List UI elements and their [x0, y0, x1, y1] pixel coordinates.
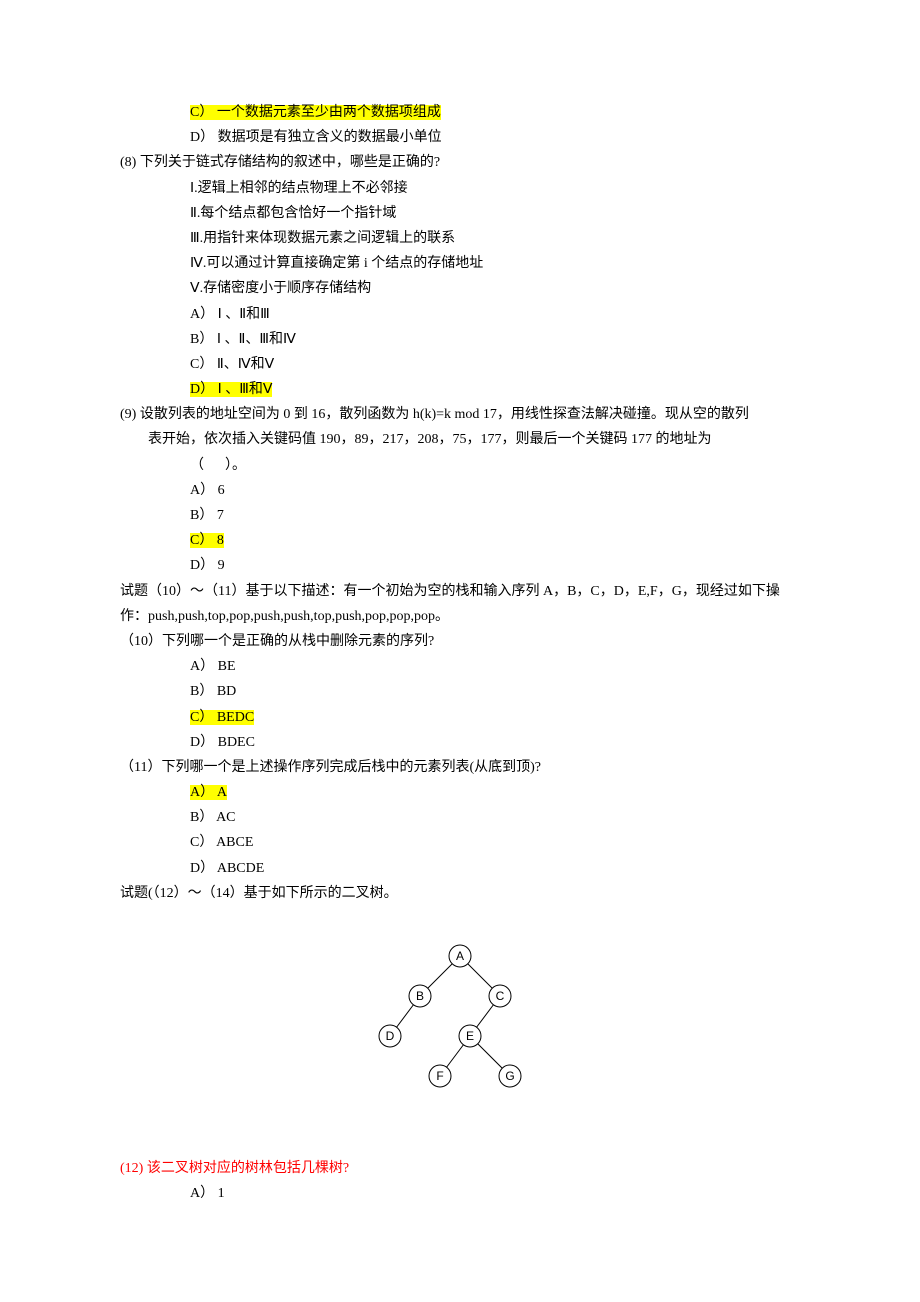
q8-option-b: B） Ⅰ 、Ⅱ、Ⅲ和Ⅳ [120, 327, 800, 352]
tree-node-c: C [496, 989, 505, 1003]
q7-option-d: D） 数据项是有独立含义的数据最小单位 [120, 125, 800, 150]
q11-option-b: B） AC [120, 805, 800, 830]
q12-stem: (12) 该二叉树对应的树林包括几棵树? [120, 1156, 800, 1181]
q8-statement-1: Ⅰ.逻辑上相邻的结点物理上不必邻接 [120, 176, 800, 201]
q10-stem: （10）下列哪一个是正确的从栈中删除元素的序列? [120, 629, 800, 654]
tree-node-f: F [436, 1069, 443, 1083]
tree-node-b: B [416, 989, 424, 1003]
q9-option-c: C） 8 [190, 533, 224, 548]
q8-statement-4: Ⅳ.可以通过计算直接确定第 i 个结点的存储地址 [120, 251, 800, 276]
q10-option-a: A） BE [120, 654, 800, 679]
q9-stem-line1: (9) 设散列表的地址空间为 0 到 16，散列函数为 h(k)=k mod 1… [120, 402, 800, 427]
q9-option-a: A） 6 [120, 478, 800, 503]
desc1-line2: 作：push,push,top,pop,push,push,top,push,p… [120, 604, 800, 629]
q8-option-d: D） Ⅰ 、Ⅲ和Ⅴ [190, 382, 272, 397]
desc1-line1: 试题（10）～（11）基于以下描述：有一个初始为空的栈和输入序列 A，B，C，D… [120, 579, 800, 604]
tree-node-d: D [386, 1029, 395, 1043]
q9-option-d: D） 9 [120, 553, 800, 578]
q7-option-c: C） 一个数据元素至少由两个数据项组成 [190, 105, 441, 120]
q9-stem-line2: 表开始，依次插入关键码值 190，89，217，208，75，177，则最后一个… [120, 427, 800, 452]
desc2: 试题(（12）～（14）基于如下所示的二叉树。 [120, 881, 800, 906]
q12-option-a: A） 1 [120, 1181, 800, 1206]
q10-option-c: C） BEDC [190, 710, 254, 725]
q11-stem: （11）下列哪一个是上述操作序列完成后栈中的元素列表(从底到顶)? [120, 755, 800, 780]
tree-node-e: E [466, 1029, 474, 1043]
binary-tree-diagram: A B C D E F G [120, 936, 800, 1116]
q10-option-d: D） BDEC [120, 730, 800, 755]
tree-node-a: A [456, 949, 464, 963]
q11-option-c: C） ABCE [120, 830, 800, 855]
q9-blank: （ ）。 [120, 453, 800, 478]
q11-option-d: D） ABCDE [120, 856, 800, 881]
q8-statement-5: Ⅴ.存储密度小于顺序存储结构 [120, 276, 800, 301]
q8-stem: (8) 下列关于链式存储结构的叙述中，哪些是正确的? [120, 150, 800, 175]
q11-option-a: A） A [190, 785, 227, 800]
q9-option-b: B） 7 [120, 503, 800, 528]
tree-node-g: G [505, 1069, 514, 1083]
q8-statement-3: Ⅲ.用指针来体现数据元素之间逻辑上的联系 [120, 226, 800, 251]
q8-option-a: A） Ⅰ 、Ⅱ和Ⅲ [120, 302, 800, 327]
q8-statement-2: Ⅱ.每个结点都包含恰好一个指针域 [120, 201, 800, 226]
q10-option-b: B） BD [120, 679, 800, 704]
q8-option-c: C） Ⅱ、Ⅳ和Ⅴ [120, 352, 800, 377]
